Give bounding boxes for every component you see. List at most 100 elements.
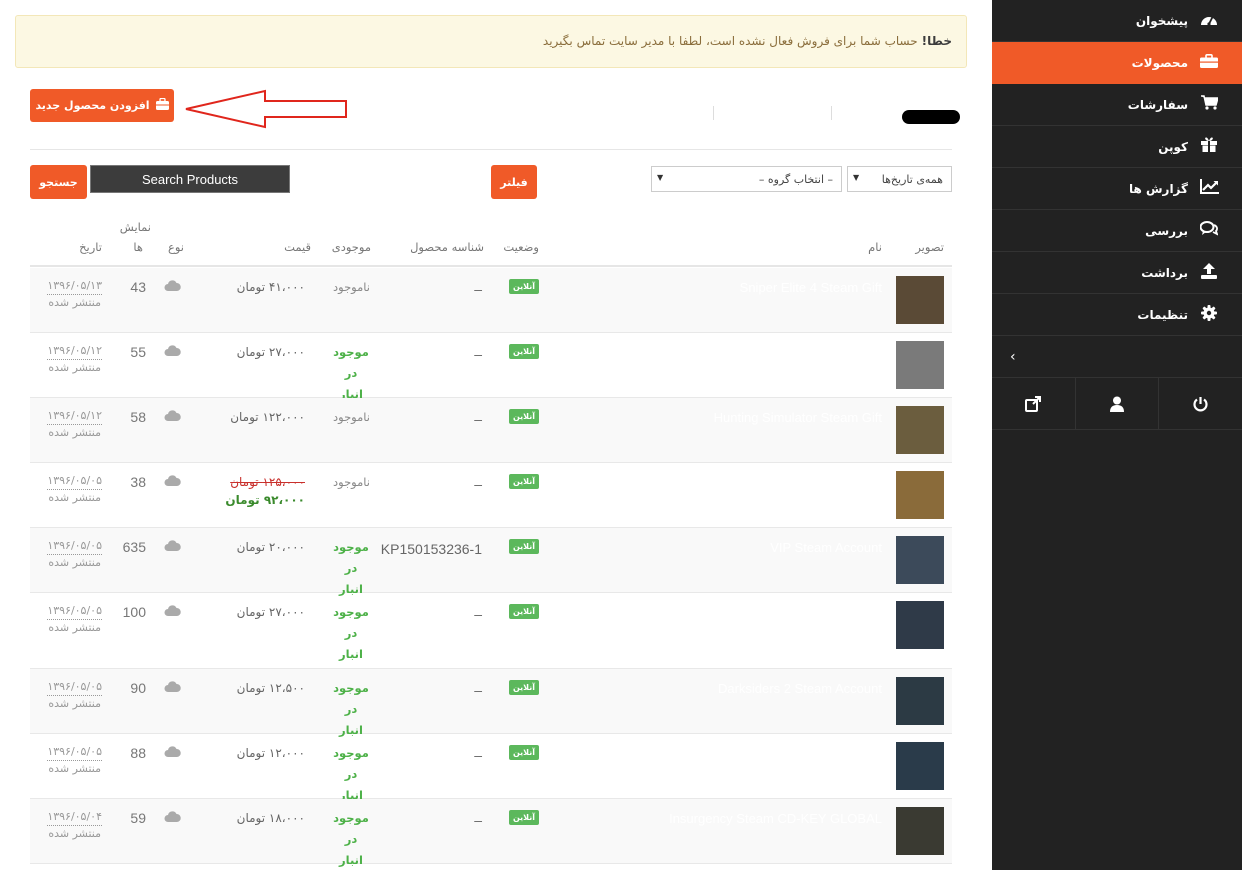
sidebar-item-label: محصولات xyxy=(1131,55,1188,70)
date-select[interactable]: همه‌ی تاریخ‌ها ▼ xyxy=(847,166,952,192)
view-count: 38 xyxy=(130,474,146,490)
annotation-arrow-icon xyxy=(185,89,347,129)
product-sku: – xyxy=(474,281,482,297)
publish-date: ۱۳۹۶/۰۵/۰۴ منتشر شده xyxy=(47,809,102,842)
divider xyxy=(713,106,714,120)
product-thumbnail[interactable] xyxy=(896,677,944,725)
date-status: منتشر شده xyxy=(48,491,101,504)
product-thumbnail[interactable] xyxy=(896,536,944,584)
upload-icon xyxy=(1198,262,1220,283)
sidebar-item-label: تنظیمات xyxy=(1137,307,1188,322)
date-value: ۱۳۹۶/۰۵/۰۴ xyxy=(47,809,102,826)
product-thumbnail[interactable] xyxy=(896,341,944,389)
header-name[interactable]: نام xyxy=(868,240,882,254)
status-badge: آنلاین xyxy=(508,680,539,695)
sidebar-item-7[interactable]: تنظیمات xyxy=(992,294,1242,336)
category-select[interactable]: – انتخاب گروه – ▼ xyxy=(651,166,842,192)
table-row: Hunting Simulator Steam Gift آنلاین – ناموج… xyxy=(30,398,952,463)
sidebar-item-6[interactable]: برداشت xyxy=(992,252,1242,294)
profile-button[interactable] xyxy=(1074,378,1159,429)
product-thumbnail[interactable] xyxy=(896,406,944,454)
table-row: آنلاین – موجود در انبار ۲۷،۰۰۰ تومان 100 ۱۳۹۶… xyxy=(30,593,952,669)
product-price: ۴۱،۰۰۰ تومان xyxy=(236,280,305,294)
date-status: منتشر شده xyxy=(48,697,101,710)
user-icon xyxy=(1110,396,1124,412)
date-status: منتشر شده xyxy=(48,827,101,840)
cloud-icon xyxy=(164,746,181,758)
error-notice: خطا!حساب شما برای فروش فعال نشده است، لط… xyxy=(15,15,967,68)
cloud-icon xyxy=(164,681,181,693)
cloud-icon xyxy=(164,811,181,823)
sidebar-item-label: بررسی xyxy=(1145,223,1188,238)
sidebar-item-0[interactable]: پیشخوان xyxy=(992,0,1242,42)
product-price: ۱۲۲،۰۰۰ تومان xyxy=(230,410,305,424)
publish-date: ۱۳۹۶/۰۵/۰۵ منتشر شده xyxy=(47,744,102,777)
sidebar-footer xyxy=(992,378,1242,430)
view-count: 90 xyxy=(130,680,146,696)
status-badge: آنلاین xyxy=(508,539,539,554)
external-link-icon xyxy=(1025,395,1042,412)
power-icon xyxy=(1193,396,1208,411)
publish-date: ۱۳۹۶/۰۵/۰۵ منتشر شده xyxy=(47,679,102,712)
date-status: منتشر شده xyxy=(48,361,101,374)
status-badge: آنلاین xyxy=(508,344,539,359)
product-thumbnail[interactable] xyxy=(896,601,944,649)
product-price: ۱۲۵،۰۰۰ تومان ۹۲،۰۰۰ تومان xyxy=(225,475,305,507)
search-input[interactable] xyxy=(90,165,290,193)
product-price: ۱۸،۰۰۰ تومان xyxy=(236,811,305,825)
search-button[interactable]: جستجو xyxy=(30,165,87,199)
header-status: وضعیت xyxy=(503,240,539,254)
sidebar-item-3[interactable]: کوپن xyxy=(992,126,1242,168)
table-row: Sniper Elite 4 Steam Gift آنلاین – ناموجود ۴… xyxy=(30,268,952,333)
product-name-link[interactable]: Insurgency Steam CD-KEY GLOBAL xyxy=(669,811,882,826)
product-thumbnail[interactable] xyxy=(896,471,944,519)
sidebar-item-label: سفارشات xyxy=(1127,97,1188,112)
cloud-icon xyxy=(164,605,181,617)
logout-button[interactable] xyxy=(1158,378,1242,429)
stock-status: موجود در انبار xyxy=(333,681,369,737)
header-date[interactable]: تاریخ xyxy=(79,240,102,254)
products-table-body: Sniper Elite 4 Steam Gift آنلاین – ناموجود ۴… xyxy=(30,268,952,867)
product-thumbnail[interactable] xyxy=(896,276,944,324)
product-thumbnail[interactable] xyxy=(896,742,944,790)
external-link-button[interactable] xyxy=(992,378,1075,429)
product-name-link[interactable]: Sniper Elite 4 Steam Gift xyxy=(740,280,882,295)
chevron-left-icon: ‹ xyxy=(1010,348,1016,365)
divider xyxy=(831,106,832,120)
sidebar-item-5[interactable]: بررسی xyxy=(992,210,1242,252)
date-status: منتشر شده xyxy=(48,296,101,309)
product-sku: – xyxy=(474,411,482,427)
status-badge: آنلاین xyxy=(508,279,539,294)
sidebar-item-4[interactable]: گزارش ها xyxy=(992,168,1242,210)
header-sku[interactable]: شناسه محصول xyxy=(410,240,484,254)
product-name-link[interactable]: VIP Steam Account xyxy=(770,540,882,555)
sidebar-item-1[interactable]: محصولات xyxy=(992,42,1242,84)
product-sku: – xyxy=(474,747,482,763)
date-value: ۱۳۹۶/۰۵/۰۵ xyxy=(47,679,102,696)
briefcase-icon xyxy=(1198,53,1220,72)
gear-icon xyxy=(1198,304,1220,325)
view-count: 43 xyxy=(130,279,146,295)
table-row: آنلاین – موجود در انبار ۱۲،۰۰۰ تومان 88 ۱۳۹۶/… xyxy=(30,734,952,802)
collapse-toggle[interactable]: ‹ xyxy=(992,336,1242,378)
date-status: منتشر شده xyxy=(48,426,101,439)
header-price[interactable]: قیمت xyxy=(284,240,311,254)
product-sku: – xyxy=(474,812,482,828)
table-row: آنلاین – ناموجود ۱۲۵،۰۰۰ تومان ۹۲،۰۰۰ تومان 3… xyxy=(30,463,952,528)
add-product-button[interactable]: افزودن محصول جدید xyxy=(30,89,174,122)
header-image: تصویر xyxy=(915,240,944,254)
date-value: ۱۳۹۶/۰۵/۱۳ xyxy=(47,278,102,295)
table-row: Darksiders 2 Steam Account آنلاین – موجود د… xyxy=(30,669,952,737)
old-price: ۱۲۵،۰۰۰ تومان xyxy=(230,475,305,489)
product-thumbnail[interactable] xyxy=(896,807,944,855)
divider xyxy=(30,149,952,150)
status-badge: آنلاین xyxy=(508,409,539,424)
product-name-link[interactable]: Hunting Simulator Steam Gift xyxy=(714,410,882,425)
filter-button[interactable]: فیلتر xyxy=(491,165,537,199)
publish-date: ۱۳۹۶/۰۵/۰۵ منتشر شده xyxy=(47,603,102,636)
sidebar-item-2[interactable]: سفارشات xyxy=(992,84,1242,126)
table-header: تصویر نام وضعیت شناسه محصول موجودی قیمت … xyxy=(30,213,952,267)
sidebar-item-label: برداشت xyxy=(1141,265,1188,280)
product-name-link[interactable]: Darksiders 2 Steam Account xyxy=(718,681,882,696)
comments-icon xyxy=(1198,221,1220,240)
